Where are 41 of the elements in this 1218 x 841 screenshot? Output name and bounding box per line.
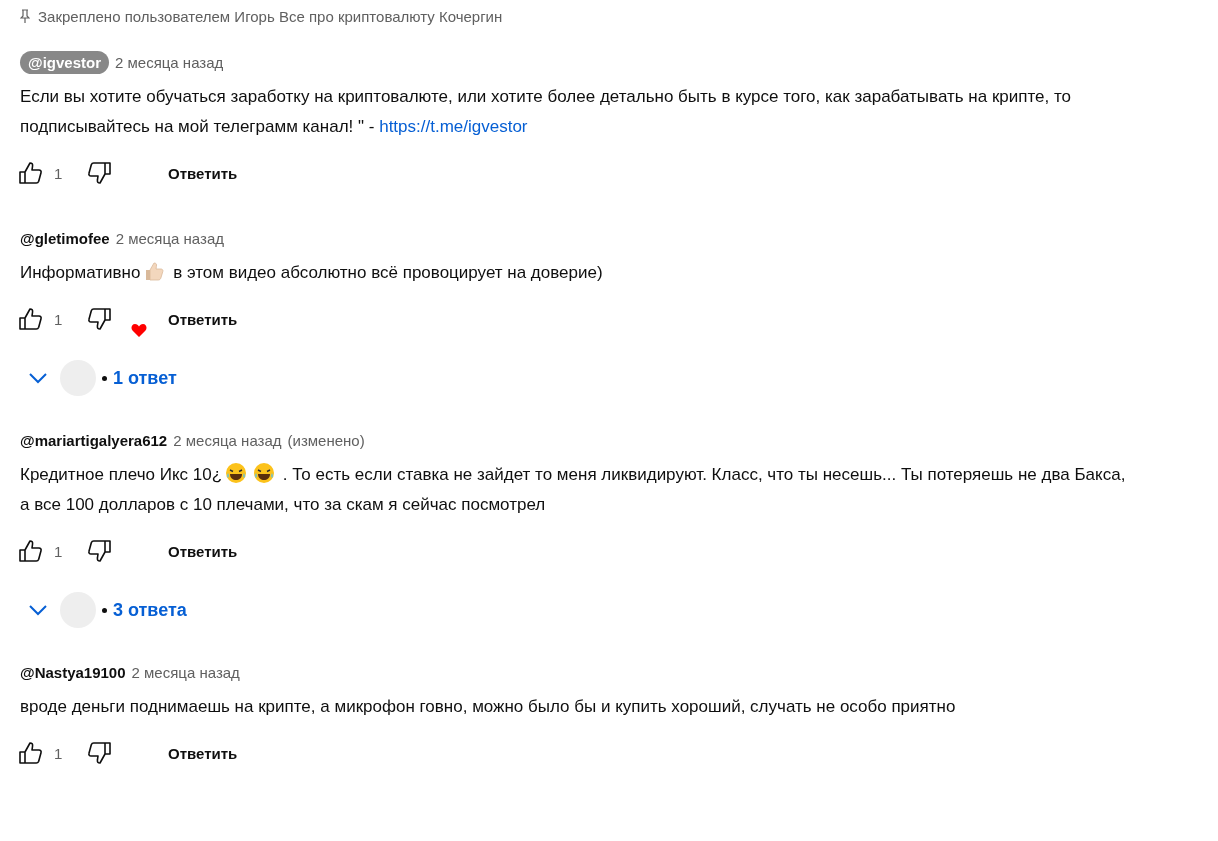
- comment-time: 2 месяца назад: [115, 229, 224, 247]
- reply-button[interactable]: Ответить: [156, 158, 250, 188]
- pinned-label: Закреплено пользователем Игорь Все про криптовалюту Кочергин: [38, 7, 503, 25]
- laughing-face-icon: [253, 462, 276, 484]
- author-name[interactable]: @mariartigalyera612: [20, 431, 168, 449]
- bullet-dot: [102, 607, 107, 613]
- replies-link[interactable]: 3 ответа: [113, 599, 187, 621]
- author-name[interactable]: @gletimofee: [20, 229, 110, 247]
- comment-time: 2 месяца назад: [115, 53, 224, 71]
- comment-text: Кредитное плечо Икс 10¿ . То есть если ставка не зайдет то меня ликвидируют. Класс, что ты несешь... Ты потеряешь не два Бакса, а все 100 долларов с 10 плечами, что за скам я сейчас посмотрел: [20, 460, 1130, 520]
- laughing-face-icon: [225, 462, 248, 484]
- thumbs-down-icon: [86, 740, 112, 766]
- thumbs-down-icon: [86, 538, 112, 564]
- thumbs-down-icon: [86, 160, 112, 186]
- reply-button[interactable]: Ответить: [156, 738, 250, 768]
- thumbs-down-icon: [86, 306, 112, 332]
- comment-text: Если вы хотите обучаться заработку на криптовалюте, или хотите более детально быть в курсе того, как зарабатывать на крипте, то подписывайтесь на мой телеграмм канал! " - https://t.me/igvestor: [20, 86, 1073, 138]
- edited-label: (изменено): [287, 431, 365, 449]
- like-count: 1: [53, 164, 64, 182]
- chevron-down-icon: [28, 604, 48, 616]
- comment-time: 2 месяца назад: [131, 663, 240, 681]
- bullet-dot: [102, 375, 107, 381]
- chevron-down-icon: [28, 372, 48, 384]
- like-count: 1: [53, 744, 64, 762]
- author-name[interactable]: @Nastya19100: [20, 663, 126, 681]
- thumbs-up-icon: [18, 740, 44, 766]
- thumbs-up-icon: [143, 260, 166, 282]
- author-badge[interactable]: @igvestor: [20, 50, 109, 74]
- thumbs-up-icon: [18, 538, 44, 564]
- comment-time: 2 месяца назад: [173, 431, 282, 449]
- like-count: 1: [53, 542, 64, 560]
- thumbs-up-icon: [18, 306, 44, 332]
- comment-text: вроде деньги поднимаешь на крипте, а микрофон говно, можно было бы и купить хороший, случать не особо приятно: [20, 696, 957, 718]
- like-count: 1: [53, 310, 64, 328]
- reply-button[interactable]: Ответить: [156, 536, 250, 566]
- link[interactable]: https://t.me/igvestor: [379, 117, 528, 136]
- thumbs-up-icon: [18, 160, 44, 186]
- comment-text: Информативно в этом видео абсолютно всё провоцирует на доверие): [20, 258, 1130, 288]
- reply-button[interactable]: Ответить: [156, 304, 250, 334]
- pin-icon: [20, 9, 30, 23]
- replies-link[interactable]: 1 ответ: [113, 367, 177, 389]
